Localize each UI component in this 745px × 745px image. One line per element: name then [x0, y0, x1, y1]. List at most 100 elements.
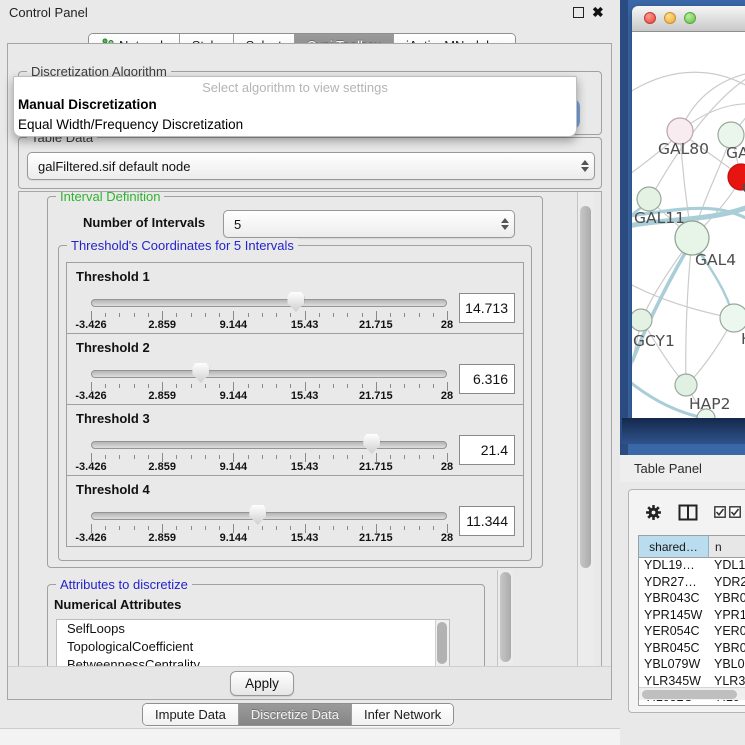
threshold-slider-4[interactable]: -3.4262.8599.14415.4321.71528: [91, 508, 447, 542]
tick-mark: [262, 313, 263, 317]
tick-mark: [347, 526, 348, 530]
column-header-name[interactable]: n: [709, 536, 745, 557]
tab-discretize-data[interactable]: Discretize Data: [239, 704, 352, 725]
tick-mark: [262, 455, 263, 459]
tick-mark: [191, 313, 192, 317]
network-edge[interactable]: [686, 238, 692, 384]
network-edge[interactable]: [632, 72, 745, 92]
settings-scrollbar[interactable]: [577, 192, 594, 666]
attribute-item-topologicalcoefficient[interactable]: TopologicalCoefficient: [57, 638, 449, 656]
tick-mark: [119, 384, 120, 388]
table-row[interactable]: YDR27…YDR2: [639, 575, 745, 592]
node-label-gal4: GAL4: [695, 251, 736, 269]
tab-infer-network[interactable]: Infer Network: [352, 704, 453, 725]
tick-mark: [191, 526, 192, 530]
algorithm-option-manual[interactable]: Manual Discretization: [14, 95, 576, 115]
threshold-value-field-2[interactable]: 6.316: [459, 364, 515, 394]
tick-mark: [148, 455, 149, 459]
tick-mark: [319, 455, 320, 459]
network-edge[interactable]: [642, 320, 685, 384]
table-data-group: Table Data galFiltered.sif default node: [18, 137, 602, 189]
table-row[interactable]: YER054CYER0: [639, 624, 745, 641]
tick-label: 9.144: [220, 532, 248, 544]
slider-track: [91, 512, 447, 520]
table-horizontal-scrollbar[interactable]: [639, 687, 745, 700]
checkbox-icon[interactable]: [714, 506, 726, 518]
numerical-attributes-label: Numerical Attributes: [54, 597, 181, 612]
tick-mark: [290, 526, 291, 530]
cell-name: YER0: [709, 624, 745, 641]
cell-shared-name: YBR043C: [639, 591, 709, 608]
cell-name: YPR1: [709, 608, 745, 625]
slider-thumb[interactable]: [287, 292, 304, 312]
tick-mark: [433, 455, 434, 459]
tick-mark: [347, 384, 348, 388]
table-row[interactable]: YBR045CYBR0: [639, 641, 745, 658]
close-panel-icon[interactable]: ✖: [592, 4, 604, 21]
checkbox-icon[interactable]: [729, 506, 741, 518]
network-node[interactable]: [720, 304, 745, 332]
attributes-list-scrollbar[interactable]: [435, 620, 449, 667]
table-row[interactable]: YBR043CYBR0: [639, 591, 745, 608]
slider-track: [91, 299, 447, 307]
attributes-pane-scrollbar[interactable]: [497, 570, 513, 666]
table-row[interactable]: YPR145WYPR1: [639, 608, 745, 625]
tick-mark: [191, 384, 192, 388]
tick-mark: [148, 526, 149, 530]
attribute-item-selfloops[interactable]: SelfLoops: [57, 620, 449, 638]
network-node[interactable]: [675, 374, 697, 396]
tick-mark: [276, 526, 277, 530]
column-layout-icon[interactable]: [678, 504, 698, 521]
control-panel: Control Panel ✖ NetworkStyleSelectCyni T…: [0, 0, 620, 745]
tick-label: 15.43: [291, 319, 319, 331]
tab-impute-data[interactable]: Impute Data: [143, 704, 239, 725]
threshold-slider-1[interactable]: -3.4262.8599.14415.4321.71528: [91, 295, 447, 329]
cell-shared-name: YPR145W: [639, 608, 709, 625]
attributes-list[interactable]: SelfLoopsTopologicalCoefficientBetweenne…: [56, 619, 450, 667]
algorithm-option-equal-width[interactable]: Equal Width/Frequency Discretization: [14, 115, 576, 135]
tick-mark: [248, 313, 249, 317]
table-row[interactable]: YBL079WYBL0: [639, 657, 745, 674]
slider-thumb[interactable]: [249, 505, 266, 525]
tick-label: 28: [441, 390, 453, 402]
column-header-shared-name[interactable]: shared…: [639, 536, 709, 557]
tick-label: -3.426: [75, 390, 106, 402]
apply-button[interactable]: Apply: [230, 671, 294, 696]
gear-icon[interactable]: [645, 504, 662, 521]
tick-label: 15.43: [291, 461, 319, 473]
tick-mark: [105, 526, 106, 530]
tick-mark: [176, 384, 177, 388]
zoom-window-icon[interactable]: [684, 12, 696, 24]
tick-label: -3.426: [75, 461, 106, 473]
threshold-slider-2[interactable]: -3.4262.8599.14415.4321.71528: [91, 366, 447, 400]
table-data-combobox[interactable]: galFiltered.sif default node: [27, 152, 595, 180]
slider-thumb[interactable]: [192, 363, 209, 383]
cell-shared-name: YER054C: [639, 624, 709, 641]
threshold-value-field-3[interactable]: 21.4: [459, 435, 515, 465]
network-canvas[interactable]: GAL80GACGAL11GAL4GCY1HHAP2: [632, 32, 745, 418]
num-intervals-combobox[interactable]: 5: [223, 210, 515, 238]
tab-label: Discretize Data: [251, 707, 339, 722]
network-window-titlebar[interactable]: [632, 6, 745, 32]
num-intervals-value: 5: [224, 217, 496, 232]
tab-label: Infer Network: [364, 707, 441, 722]
table-row[interactable]: YDL19…YDL1: [639, 558, 745, 575]
network-node[interactable]: [637, 187, 661, 211]
threshold-value-field-4[interactable]: 11.344: [459, 506, 515, 536]
tick-mark: [290, 313, 291, 317]
tick-mark: [404, 526, 405, 530]
threshold-list: Threshold 1-3.4262.8599.14415.4321.71528…: [66, 263, 524, 547]
cell-shared-name: YDL19…: [639, 558, 709, 575]
close-window-icon[interactable]: [644, 12, 656, 24]
float-panel-icon[interactable]: [573, 7, 584, 18]
minimize-window-icon[interactable]: [664, 12, 676, 24]
algorithm-placeholder-option[interactable]: Select algorithm to view settings: [14, 80, 576, 95]
threshold-slider-3[interactable]: -3.4262.8599.14415.4321.71528: [91, 437, 447, 471]
slider-thumb[interactable]: [363, 434, 380, 454]
network-node[interactable]: [632, 309, 652, 331]
threshold-value-field-1[interactable]: 14.713: [459, 293, 515, 323]
tick-label: 28: [441, 532, 453, 544]
slider-tick-labels: -3.4262.8599.14415.4321.71528: [91, 461, 447, 473]
tick-mark: [205, 313, 206, 317]
table-rows: YDL19…YDL1YDR27…YDR2YBR043CYBR0YPR145WYP…: [639, 558, 745, 706]
